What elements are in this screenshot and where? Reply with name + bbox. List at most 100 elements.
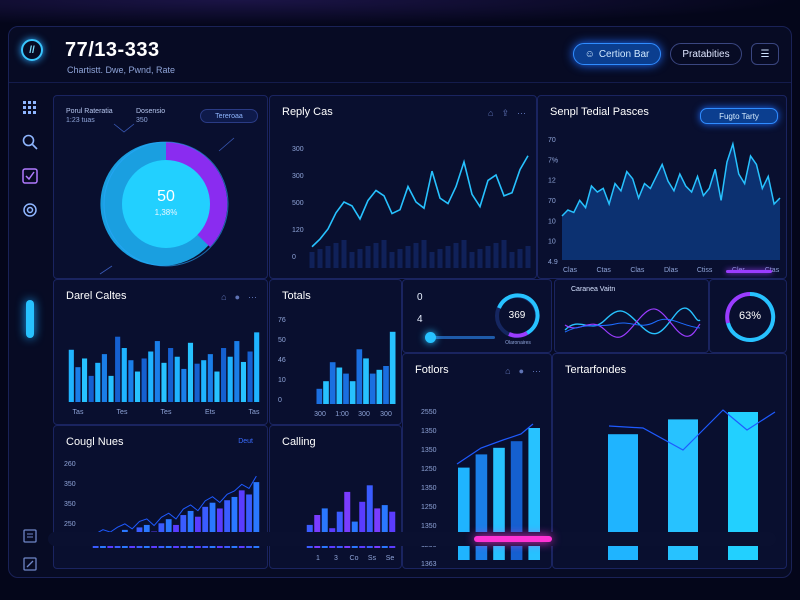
totals-x-tick: 300: [380, 411, 392, 418]
darel-bar: [254, 332, 260, 402]
totals-bar: [363, 358, 369, 404]
darel-bar: [128, 360, 134, 402]
list-icon[interactable]: ☰: [751, 43, 779, 65]
senpl-y-tick: 12: [548, 178, 556, 185]
reply-y-tick: 300: [292, 146, 304, 153]
totals-bar: [349, 381, 356, 404]
calling-bar-chart: 1 3 Co Ss Se: [306, 485, 396, 562]
darel-bar: [207, 354, 213, 402]
fotlors-y-tick: 1350: [421, 523, 437, 530]
cougl-y-tick: 250: [64, 521, 76, 528]
reply-line-chart: 300 300 500 120 0: [292, 146, 531, 268]
cougl-y-tick: 350: [64, 501, 76, 508]
calling-x-tick: Se: [386, 555, 395, 562]
totals-bar: [316, 388, 323, 404]
reply-bg-bar: [437, 249, 443, 268]
grid-icon[interactable]: [20, 98, 40, 118]
darel-bar: [201, 360, 207, 402]
cougl-bar-chart: 2603503502500: [64, 461, 260, 548]
darel-bar: [227, 356, 233, 402]
senpl-y-tick: 10: [548, 239, 556, 246]
edit-icon[interactable]: [20, 554, 40, 574]
fotlors-y-tick: 1350: [421, 428, 437, 435]
calling-panel: Calling 1 3 Co Ss Se: [269, 425, 402, 569]
logo[interactable]: //: [21, 39, 43, 61]
darel-bar: [174, 356, 180, 402]
senpl-y-tick: 7%: [548, 157, 558, 164]
totals-y-tick: 50: [278, 337, 286, 344]
reply-bg-bar: [429, 252, 435, 268]
pratabities-label: Pratabities: [682, 48, 730, 60]
senpl-y-tick: 4.9: [548, 259, 558, 266]
darel-bar: [68, 349, 74, 402]
totals-bar: [389, 331, 396, 404]
reply-bg-bar: [493, 243, 499, 268]
darel-bar: [181, 368, 187, 402]
caranea-wave-chart: [564, 307, 701, 338]
darel-bar: [75, 367, 81, 402]
reply-y-tick: 300: [292, 173, 304, 180]
senpl-x-tick: Dlas: [664, 267, 679, 274]
reply-bg-bar: [309, 252, 315, 268]
dashboard-window: // 77/13-333 Chartistt. Dwe, Pwnd, Rate …: [8, 26, 792, 578]
darel-bar: [141, 358, 147, 402]
reply-bg-bar: [445, 246, 451, 268]
darel-x-tick: Tas: [249, 409, 260, 416]
certion-bar-label: Certion Bar: [598, 48, 650, 60]
fotlors-bar: [458, 467, 470, 560]
search-icon[interactable]: [20, 132, 40, 152]
senpl-y-tick: 10: [548, 218, 556, 225]
reply-y-tick: 500: [292, 200, 304, 207]
top-glow: [0, 0, 800, 26]
darel-caltes-panel: Darel Caltes ⌂ ● ⋯ Tas Tes Tes Ets Tas: [53, 279, 268, 425]
reply-bg-bar: [525, 246, 531, 268]
senpl-x-tick: Clas: [630, 267, 645, 274]
fotlors-y-tick: 2550: [421, 409, 437, 416]
document-icon[interactable]: [20, 526, 40, 546]
reply-bg-bar: [469, 252, 475, 268]
darel-bar: [154, 341, 160, 402]
darel-bar: [121, 348, 127, 402]
reply-y-tick: 0: [292, 254, 296, 261]
settings-icon[interactable]: [20, 200, 40, 220]
totals-bar: [369, 373, 376, 404]
senpl-x-tick: Clas: [563, 267, 578, 274]
senpl-x-tick: Ctiss: [697, 267, 713, 274]
reply-bg-bar: [357, 249, 363, 268]
donut-center-value: 50: [157, 188, 175, 205]
donut-center-sub: 1,38%: [154, 208, 178, 217]
bottom-scrollbar[interactable]: [48, 532, 776, 546]
reply-bg-bar: [517, 249, 523, 268]
darel-bar: [134, 371, 141, 402]
check-square-icon[interactable]: [20, 166, 40, 186]
senpl-scroll-indicator[interactable]: [726, 270, 772, 273]
senpl-y-tick: 70: [548, 198, 556, 205]
senpl-area-fill: [562, 144, 780, 260]
reply-bg-bar: [333, 243, 339, 268]
reply-y-tick: 120: [292, 227, 304, 234]
totals-x-tick: 300: [358, 411, 370, 418]
reply-bg-bar: [389, 252, 395, 268]
senpl-area-chart: 707%127010104.9ClasCtasClasDlasCtissCler…: [548, 137, 781, 274]
senpl-x-tick: Ctas: [596, 267, 611, 274]
sidebar: [9, 84, 53, 577]
calling-x-tick: 1: [316, 555, 320, 562]
gauge-arc-purple: [508, 331, 528, 338]
senpl-y-tick: 70: [548, 137, 556, 144]
darel-bar: [95, 362, 101, 402]
reply-bg-bar: [349, 252, 355, 268]
darel-bar-chart: Tas Tes Tes Ets Tas: [68, 332, 260, 416]
fotlors-y-tick: 1250: [421, 466, 437, 473]
sidebar-active-indicator[interactable]: [26, 300, 34, 338]
cougl-nues-panel: Cougl Nues Deut 2603503502500: [53, 425, 268, 569]
pratabities-button[interactable]: Pratabities: [670, 43, 742, 65]
bottom-scroll-thumb[interactable]: [474, 536, 552, 542]
certion-bar-button[interactable]: ☺ Certion Bar: [573, 43, 661, 65]
reply-bg-bar: [365, 246, 371, 268]
totals-bar-chart: 76 50 46 10 0 300 1:00 300 300: [278, 317, 396, 418]
calling-x-tick: Ss: [368, 555, 377, 562]
cougl-y-tick: 260: [64, 461, 76, 468]
reply-series-line: [311, 155, 529, 248]
totals-bar: [329, 362, 336, 404]
totals-y-tick: 0: [278, 397, 282, 404]
